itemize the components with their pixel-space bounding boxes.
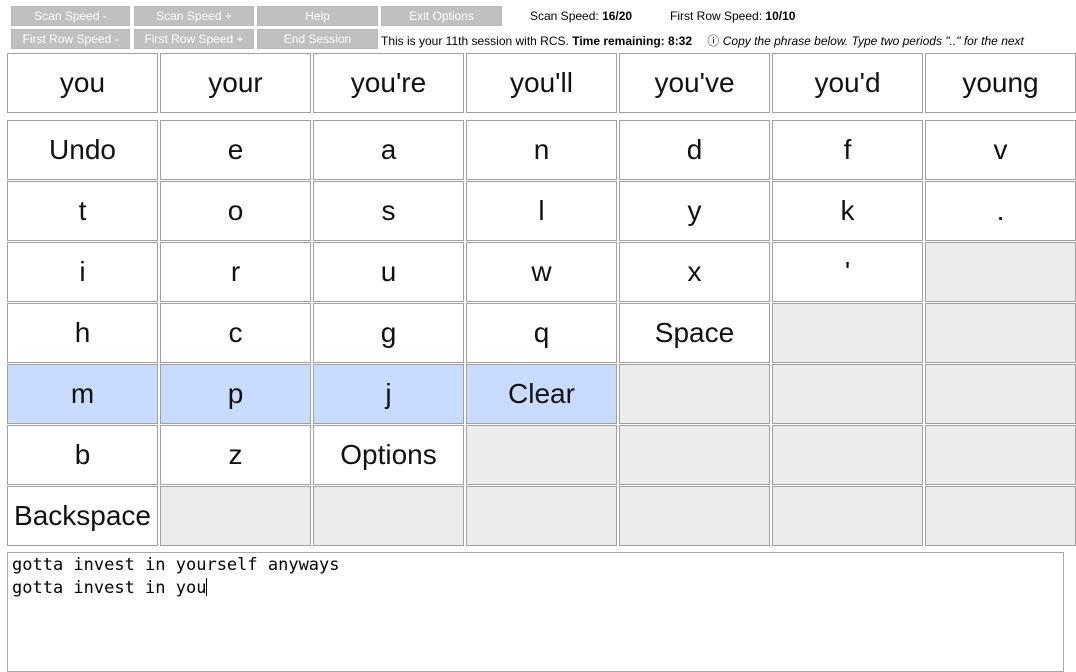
empty-key[interactable] — [619, 425, 770, 485]
keyboard-grid: you your you're you'll you've you'd young Undo e… — [7, 53, 1076, 546]
letter-key[interactable]: q — [466, 303, 617, 363]
letter-key[interactable]: m — [7, 364, 158, 424]
word-suggestion-key[interactable]: your — [160, 53, 311, 113]
letter-key[interactable]: o — [160, 181, 311, 241]
letter-key[interactable]: t — [7, 181, 158, 241]
empty-key[interactable] — [160, 486, 311, 546]
text-caret — [206, 578, 208, 596]
backspace-key[interactable]: Backspace — [7, 486, 158, 546]
letter-key[interactable]: p — [160, 364, 311, 424]
first-row-speed-status: First Row Speed: 10/10 — [670, 9, 795, 23]
letter-key[interactable]: f — [772, 120, 923, 180]
letter-key[interactable]: c — [160, 303, 311, 363]
empty-key[interactable] — [925, 486, 1076, 546]
letter-key[interactable]: l — [466, 181, 617, 241]
typed-text-line: gotta invest in you — [12, 577, 1059, 600]
letter-key[interactable]: u — [313, 242, 464, 302]
letter-key[interactable]: i — [7, 242, 158, 302]
letter-key[interactable]: ' — [772, 242, 923, 302]
exit-options-button[interactable]: Exit Options — [381, 6, 502, 26]
scan-speed-minus-button[interactable]: Scan Speed - — [11, 6, 130, 26]
empty-key[interactable] — [925, 364, 1076, 424]
session-text: This is your 11th session with RCS. — [381, 34, 569, 48]
word-suggestion-key[interactable]: you — [7, 53, 158, 113]
empty-key[interactable] — [925, 242, 1076, 302]
end-session-button[interactable]: End Session — [257, 29, 378, 49]
text-entry-area[interactable]: gotta invest in yourself anyways gotta in… — [7, 552, 1064, 672]
undo-key[interactable]: Undo — [7, 120, 158, 180]
word-suggestion-key[interactable]: young — [925, 53, 1076, 113]
help-button[interactable]: Help — [257, 6, 378, 26]
letter-key[interactable]: e — [160, 120, 311, 180]
info-icon: ⓘ — [707, 34, 720, 48]
word-suggestion-key[interactable]: you'd — [772, 53, 923, 113]
word-suggestion-key[interactable]: you'll — [466, 53, 617, 113]
letter-key[interactable]: d — [619, 120, 770, 180]
time-remaining-label: Time remaining: — [572, 34, 665, 48]
scan-speed-plus-button[interactable]: Scan Speed + — [134, 6, 254, 26]
target-phrase-line: gotta invest in yourself anyways — [12, 555, 340, 575]
first-row-speed-plus-button[interactable]: First Row Speed + — [134, 29, 254, 49]
letter-key[interactable]: y — [619, 181, 770, 241]
letter-key[interactable]: w — [466, 242, 617, 302]
first-row-speed-minus-button[interactable]: First Row Speed - — [11, 29, 130, 49]
time-remaining-value: 8:32 — [668, 34, 693, 48]
empty-key[interactable] — [619, 364, 770, 424]
letter-key[interactable]: . — [925, 181, 1076, 241]
scan-speed-status: Scan Speed: 16/20 — [530, 9, 632, 23]
letter-key[interactable]: v — [925, 120, 1076, 180]
letter-key[interactable]: r — [160, 242, 311, 302]
instruction-text: Copy the phrase below. Type two periods … — [722, 34, 1024, 48]
empty-key[interactable] — [466, 486, 617, 546]
empty-key[interactable] — [772, 303, 923, 363]
letter-key[interactable]: g — [313, 303, 464, 363]
scan-speed-label: Scan Speed: — [530, 9, 599, 23]
letter-key[interactable]: h — [7, 303, 158, 363]
letter-key[interactable]: k — [772, 181, 923, 241]
empty-key[interactable] — [925, 303, 1076, 363]
letter-key[interactable]: j — [313, 364, 464, 424]
empty-key[interactable] — [772, 364, 923, 424]
empty-key[interactable] — [619, 486, 770, 546]
space-key[interactable]: Space — [619, 303, 770, 363]
empty-key[interactable] — [772, 425, 923, 485]
empty-key[interactable] — [772, 486, 923, 546]
typed-text: gotta invest in you — [12, 578, 207, 598]
letter-key[interactable]: s — [313, 181, 464, 241]
word-suggestion-key[interactable]: you've — [619, 53, 770, 113]
first-row-speed-value: 10/10 — [765, 9, 796, 23]
letter-key[interactable]: b — [7, 425, 158, 485]
options-key[interactable]: Options — [313, 425, 464, 485]
empty-key[interactable] — [925, 425, 1076, 485]
empty-key[interactable] — [466, 425, 617, 485]
empty-key[interactable] — [313, 486, 464, 546]
letter-key[interactable]: a — [313, 120, 464, 180]
scan-speed-value: 16/20 — [602, 9, 633, 23]
session-info: This is your 11th session with RCS. Time… — [381, 32, 1024, 49]
letter-key[interactable]: z — [160, 425, 311, 485]
letter-key[interactable]: n — [466, 120, 617, 180]
letter-key[interactable]: x — [619, 242, 770, 302]
word-suggestion-key[interactable]: you're — [313, 53, 464, 113]
clear-key[interactable]: Clear — [466, 364, 617, 424]
first-row-speed-label: First Row Speed: — [670, 9, 763, 23]
